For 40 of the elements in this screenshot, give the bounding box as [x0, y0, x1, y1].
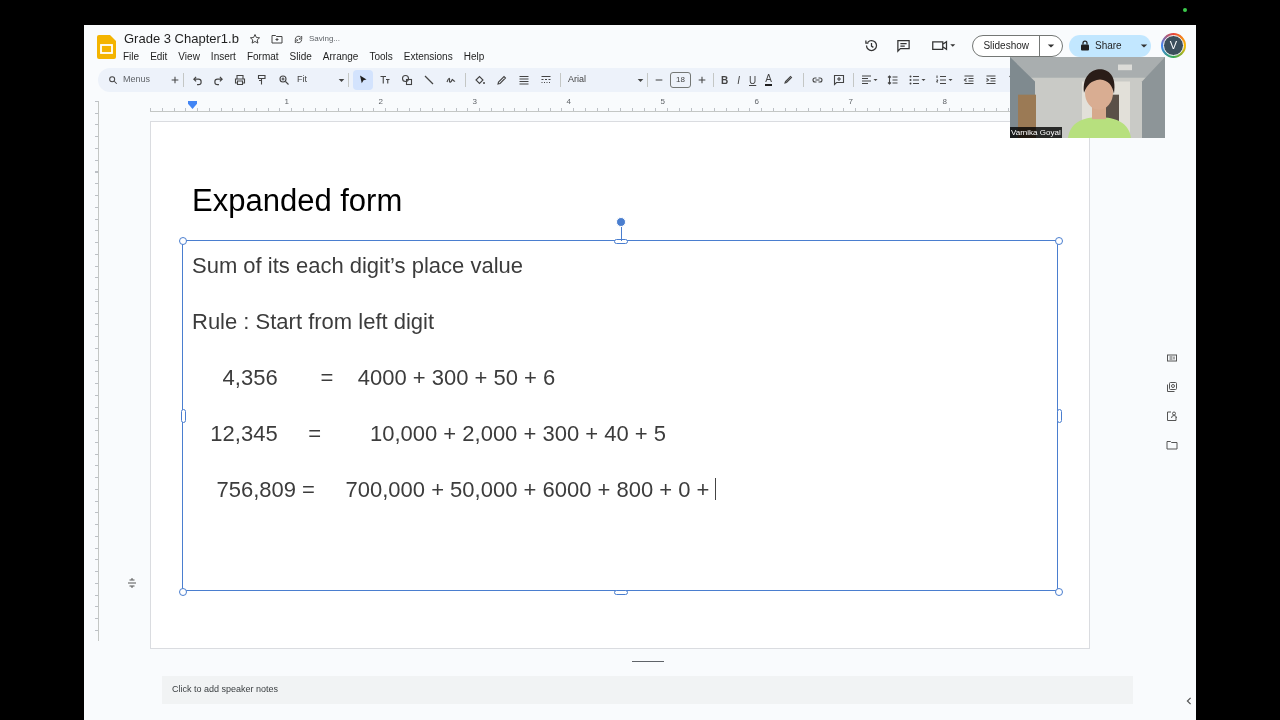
- text-line: Sum of its each digit’s place value: [192, 251, 523, 280]
- menu-item[interactable]: File: [123, 49, 140, 64]
- text-line: Rule : Start from left digit: [192, 307, 435, 336]
- text-line: 12,345 = 10,000 + 2,000 + 300 + 40 + 5: [209, 419, 666, 448]
- speaker-notes-panel[interactable]: Click to add speaker notes: [162, 676, 1133, 704]
- ruler-number: 5: [660, 97, 665, 106]
- user-avatar[interactable]: V: [1163, 35, 1184, 56]
- saving-status: Saving...: [308, 33, 341, 45]
- ruler-number: 8: [942, 97, 947, 106]
- participant-name: Varnika Goyal: [1010, 127, 1062, 138]
- ruler-number: 1: [284, 97, 289, 106]
- underline-button[interactable]: U: [749, 72, 757, 88]
- font-size-field[interactable]: 18: [670, 72, 691, 88]
- ruler-number: 6: [754, 97, 759, 106]
- slide-title[interactable]: Expanded form: [192, 178, 403, 225]
- menu-item[interactable]: Tools: [369, 49, 393, 64]
- ruler-number: 7: [848, 97, 853, 106]
- font-dropdown[interactable]: Arial: [568, 73, 644, 87]
- menu-item[interactable]: Help: [463, 49, 485, 64]
- text-box[interactable]: Sum of its each digit’s place value Rule : Start from left digit 4,356 = 4000 + 300 + 50 + 6 12,345 = 10,000 + 2,000 + 300 + 40 + 5 756,809 = 700,000 + 50,000 + 6000 + 800 + 0 +: [182, 240, 1058, 591]
- ruler-number: 2: [378, 97, 383, 106]
- zoom-dropdown[interactable]: Fit: [297, 73, 345, 87]
- search-menus-field[interactable]: Menus: [108, 73, 168, 87]
- bold-button[interactable]: B: [721, 72, 729, 88]
- menu-item[interactable]: Insert: [210, 49, 236, 64]
- menu-item[interactable]: Arrange: [322, 49, 359, 64]
- document-title[interactable]: Grade 3 Chapter1.b: [124, 29, 239, 49]
- menu-item[interactable]: Edit: [150, 49, 168, 64]
- slideshow-button[interactable]: Slideshow: [972, 34, 1063, 57]
- menu-item[interactable]: Extensions: [403, 49, 453, 64]
- text-color-button[interactable]: A: [765, 74, 772, 86]
- italic-button[interactable]: I: [737, 72, 740, 88]
- text-line: 756,809 = 700,000 + 50,000 + 6000 + 800 + 0 +: [215, 475, 710, 504]
- ruler-number: 4: [566, 97, 571, 106]
- menu-item[interactable]: View: [178, 49, 200, 64]
- text-line: 4,356 = 4000 + 300 + 50 + 6: [221, 363, 556, 392]
- menu-item[interactable]: Slide: [289, 49, 312, 64]
- menu-item[interactable]: Format: [246, 49, 279, 64]
- share-button[interactable]: Share: [1069, 34, 1151, 57]
- ruler-number: 3: [472, 97, 477, 106]
